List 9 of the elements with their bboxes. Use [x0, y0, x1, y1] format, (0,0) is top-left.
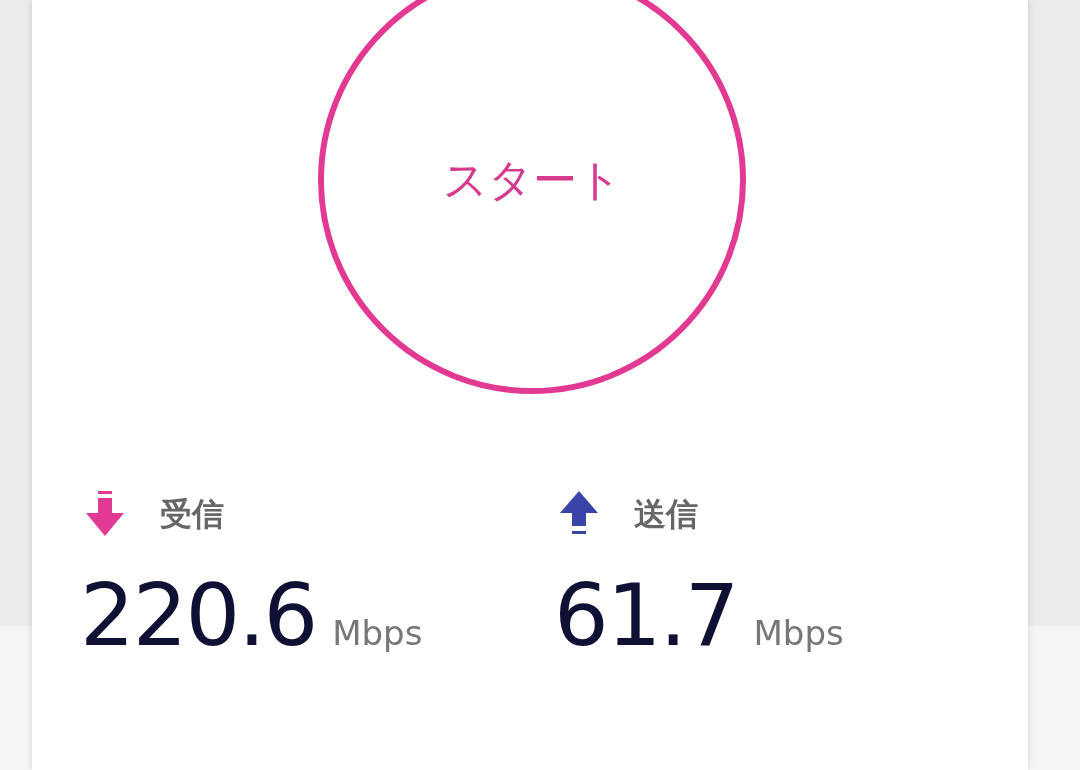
speed-unit: Mbps — [332, 612, 423, 655]
metric-label: 受信 — [160, 494, 224, 535]
download-icon — [86, 491, 124, 537]
upload-icon — [560, 491, 598, 537]
start-button[interactable]: スタート — [318, 0, 746, 394]
metric-label: 送信 — [634, 494, 698, 535]
speed-unit: Mbps — [753, 612, 844, 655]
speed-value: 61.7 — [554, 572, 738, 658]
speed-value: 220.6 — [80, 572, 317, 658]
